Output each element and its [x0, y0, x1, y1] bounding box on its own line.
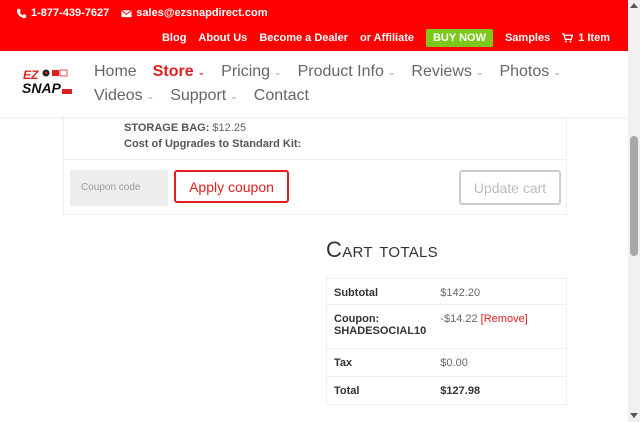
chevron-down-icon: ⌄ — [230, 91, 238, 101]
contact-info: 1-877-439-7627 sales@ezsnapdirect.com — [16, 7, 267, 19]
nav-support-label: Support — [170, 87, 227, 104]
chevron-down-icon: ⌄ — [387, 67, 396, 77]
scrollbar-thumb[interactable] — [630, 136, 638, 256]
nav-reviews[interactable]: Reviews ⌄ — [411, 62, 483, 82]
chevron-down-icon: ⌄ — [475, 67, 484, 77]
coupon-code-input[interactable]: Coupon code — [70, 170, 168, 206]
nav-home[interactable]: Home — [94, 62, 137, 82]
storage-bag-line: STORAGE BAG: $12.25 — [124, 122, 246, 134]
nav-photos[interactable]: Photos ⌄ — [499, 62, 560, 82]
total-label: Total — [326, 376, 434, 405]
nav-contact[interactable]: Contact — [254, 86, 309, 106]
cart-actions-box: STORAGE BAG: $12.25 Cost of Upgrades to … — [63, 117, 567, 215]
storage-bag-value: $12.25 — [212, 122, 247, 134]
nav-pricing[interactable]: Pricing ⌄ — [221, 62, 281, 82]
nav-contact-label: Contact — [253, 87, 309, 104]
nav-videos-label: Videos — [94, 87, 143, 104]
chevron-down-icon: ⌄ — [197, 67, 206, 77]
table-row: Tax $0.00 — [326, 348, 567, 377]
logo-line2: SNAP — [22, 80, 62, 96]
cart-link[interactable]: 1 Item — [562, 32, 610, 44]
coupon-cell: -$14.22 [Remove] — [433, 304, 567, 349]
nav-product-info-label: Product Info — [297, 63, 384, 80]
mail-icon — [121, 9, 133, 17]
tax-label: Tax — [326, 348, 434, 377]
apply-coupon-button[interactable]: Apply coupon — [174, 170, 289, 203]
scroll-up-icon[interactable] — [630, 3, 638, 8]
chevron-down-icon: ⌄ — [146, 91, 155, 101]
top-link-samples[interactable]: Samples — [505, 32, 550, 44]
coupon-label: Coupon: SHADESOCIAL10 — [326, 304, 434, 349]
top-link-blog[interactable]: Blog — [162, 32, 186, 44]
tax-value: $0.00 — [433, 348, 567, 377]
upgrade-cost-label: Cost of Upgrades to Standard Kit: — [124, 138, 302, 150]
email-address: sales@ezsnapdirect.com — [136, 7, 268, 19]
nav-pricing-label: Pricing — [221, 63, 271, 80]
update-cart-button[interactable]: Update cart — [459, 170, 561, 205]
remove-coupon-link[interactable]: [Remove] — [481, 313, 528, 325]
cart-count: 1 Item — [578, 32, 610, 44]
top-nav: Blog About Us Become a Dealer or Affilia… — [150, 29, 610, 47]
subtotal-label: Subtotal — [326, 278, 434, 305]
chevron-down-icon: ⌄ — [274, 67, 282, 77]
scroll-down-icon[interactable] — [630, 413, 638, 418]
nav-store-label: Store — [152, 63, 194, 80]
chevron-down-icon: ⌄ — [553, 67, 561, 77]
ez-snap-logo[interactable]: EZ SNAP — [22, 67, 74, 97]
nav-product-info[interactable]: Product Info ⌄ — [298, 62, 396, 82]
phone-number: 1-877-439-7627 — [31, 7, 110, 19]
nav-home-label: Home — [94, 63, 137, 80]
phone-icon — [16, 8, 27, 18]
nav-support[interactable]: Support ⌄ — [170, 86, 238, 106]
email-link[interactable]: sales@ezsnapdirect.com — [121, 7, 267, 19]
divider — [64, 159, 566, 160]
table-row: Subtotal $142.20 — [326, 278, 567, 305]
subtotal-value: $142.20 — [433, 278, 567, 305]
top-bar: 1-877-439-7627 sales@ezsnapdirect.com Bl… — [0, 0, 628, 51]
cart-totals-table: Subtotal $142.20 Coupon: SHADESOCIAL10 -… — [326, 278, 567, 405]
buy-now-button[interactable]: BUY NOW — [425, 29, 493, 47]
top-link-about[interactable]: About Us — [198, 32, 247, 44]
cart-totals-title: Cart totals — [326, 237, 438, 262]
coupon-value: -$14.22 — [440, 313, 478, 325]
cart-icon — [562, 33, 574, 43]
main-header: EZ SNAP Home Store ⌄ Pricing ⌄ Product Inf… — [0, 51, 628, 117]
storage-bag-label: STORAGE BAG: — [124, 122, 210, 134]
top-link-affiliate[interactable]: or Affiliate — [360, 32, 414, 44]
table-row: Total $127.98 — [326, 376, 567, 405]
main-nav: Home Store ⌄ Pricing ⌄ Product Info ⌄ Revie… — [94, 62, 614, 106]
nav-reviews-label: Reviews — [411, 63, 472, 80]
total-value: $127.98 — [433, 376, 567, 405]
scrollbar[interactable] — [628, 0, 640, 422]
nav-photos-label: Photos — [499, 63, 550, 80]
nav-videos[interactable]: Videos ⌄ — [94, 86, 154, 106]
top-link-dealer[interactable]: Become a Dealer — [259, 32, 348, 44]
table-row: Coupon: SHADESOCIAL10 -$14.22 [Remove] — [326, 304, 567, 349]
nav-store[interactable]: Store ⌄ — [153, 62, 205, 82]
phone-link[interactable]: 1-877-439-7627 — [16, 7, 109, 19]
